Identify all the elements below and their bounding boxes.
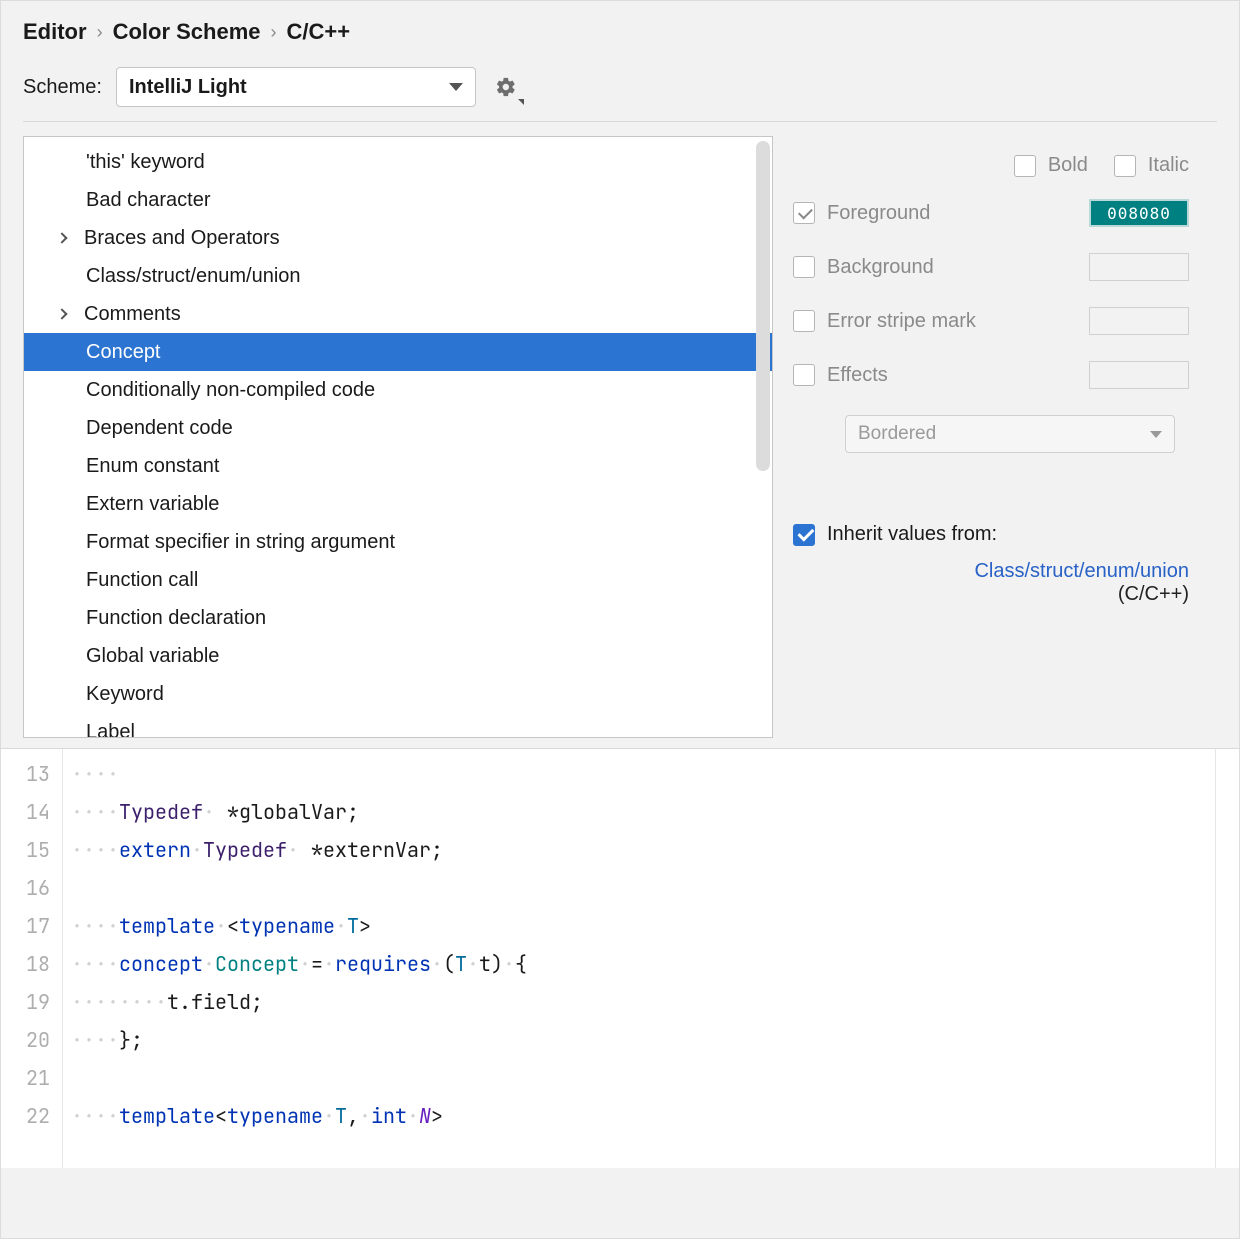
checkbox-icon bbox=[793, 256, 815, 278]
foreground-checkbox[interactable]: Foreground bbox=[793, 202, 930, 225]
chevron-right-icon: › bbox=[271, 22, 277, 43]
error-stripe-swatch[interactable] bbox=[1089, 307, 1189, 335]
checkbox-icon bbox=[1014, 155, 1036, 177]
tree-item-extern-variable[interactable]: Extern variable bbox=[24, 485, 772, 523]
breadcrumb-color-scheme[interactable]: Color Scheme bbox=[113, 19, 261, 45]
scheme-select[interactable]: IntelliJ Light bbox=[116, 67, 476, 107]
tree-item-dependent-code[interactable]: Dependent code bbox=[24, 409, 772, 447]
tree-item-function-declaration[interactable]: Function declaration bbox=[24, 599, 772, 637]
gear-icon bbox=[495, 76, 517, 98]
italic-checkbox[interactable]: Italic bbox=[1114, 154, 1189, 177]
chevron-down-icon bbox=[1150, 431, 1162, 438]
scheme-actions-button[interactable] bbox=[490, 71, 522, 103]
tree-item-conditionally-noncompiled[interactable]: Conditionally non-compiled code bbox=[24, 371, 772, 409]
scheme-label: Scheme: bbox=[23, 76, 102, 99]
chevron-right-icon: › bbox=[97, 22, 103, 43]
chevron-right-icon bbox=[56, 308, 67, 319]
tree-item-bad-character[interactable]: Bad character bbox=[24, 181, 772, 219]
tree-item-format-specifier[interactable]: Format specifier in string argument bbox=[24, 523, 772, 561]
error-stripe-checkbox[interactable]: Error stripe mark bbox=[793, 310, 976, 333]
breadcrumb-cpp[interactable]: C/C++ bbox=[287, 19, 351, 45]
options-panel: Bold Italic Foreground 008080 Background bbox=[787, 136, 1217, 738]
scheme-select-value: IntelliJ Light bbox=[129, 76, 247, 99]
chevron-down-icon bbox=[449, 83, 463, 91]
inherit-source-link[interactable]: Class/struct/enum/union bbox=[793, 560, 1189, 583]
tree-item-function-call[interactable]: Function call bbox=[24, 561, 772, 599]
background-swatch[interactable] bbox=[1089, 253, 1189, 281]
line-gutter: 13 14 15 16 17 18 19 20 21 22 bbox=[1, 749, 63, 1168]
effects-checkbox[interactable]: Effects bbox=[793, 364, 888, 387]
scrollbar[interactable] bbox=[756, 141, 770, 471]
effects-type-select[interactable]: Bordered bbox=[845, 415, 1175, 453]
preview-editor: 13 14 15 16 17 18 19 20 21 22 ········Ty… bbox=[1, 748, 1239, 1168]
tree-item-keyword[interactable]: Keyword bbox=[24, 675, 772, 713]
tree-item-concept[interactable]: Concept bbox=[24, 333, 772, 371]
foreground-swatch[interactable]: 008080 bbox=[1089, 199, 1189, 227]
checkbox-icon bbox=[793, 310, 815, 332]
breadcrumb: Editor › Color Scheme › C/C++ bbox=[23, 19, 1217, 45]
tree-item-enum-constant[interactable]: Enum constant bbox=[24, 447, 772, 485]
effects-swatch[interactable] bbox=[1089, 361, 1189, 389]
dropdown-indicator-icon bbox=[518, 99, 524, 105]
checkbox-checked-icon bbox=[793, 524, 815, 546]
right-gutter bbox=[1215, 749, 1239, 1168]
chevron-right-icon bbox=[56, 232, 67, 243]
background-checkbox[interactable]: Background bbox=[793, 256, 934, 279]
checkbox-checked-icon bbox=[793, 202, 815, 224]
checkbox-icon bbox=[1114, 155, 1136, 177]
bold-checkbox[interactable]: Bold bbox=[1014, 154, 1088, 177]
attribute-tree[interactable]: 'this' keyword Bad character Braces and … bbox=[23, 136, 773, 738]
breadcrumb-editor[interactable]: Editor bbox=[23, 19, 87, 45]
tree-item-label[interactable]: Label bbox=[24, 713, 772, 738]
checkbox-icon bbox=[793, 364, 815, 386]
tree-item-this-keyword[interactable]: 'this' keyword bbox=[24, 143, 772, 181]
inherit-checkbox[interactable]: Inherit values from: bbox=[793, 523, 1189, 546]
tree-item-global-variable[interactable]: Global variable bbox=[24, 637, 772, 675]
tree-item-class-struct[interactable]: Class/struct/enum/union bbox=[24, 257, 772, 295]
tree-item-comments[interactable]: Comments bbox=[24, 295, 772, 333]
inherit-source-lang: (C/C++) bbox=[793, 583, 1189, 606]
tree-item-braces-operators[interactable]: Braces and Operators bbox=[24, 219, 772, 257]
preview-code[interactable]: ········Typedef· *globalVar;····extern·T… bbox=[63, 749, 1215, 1168]
